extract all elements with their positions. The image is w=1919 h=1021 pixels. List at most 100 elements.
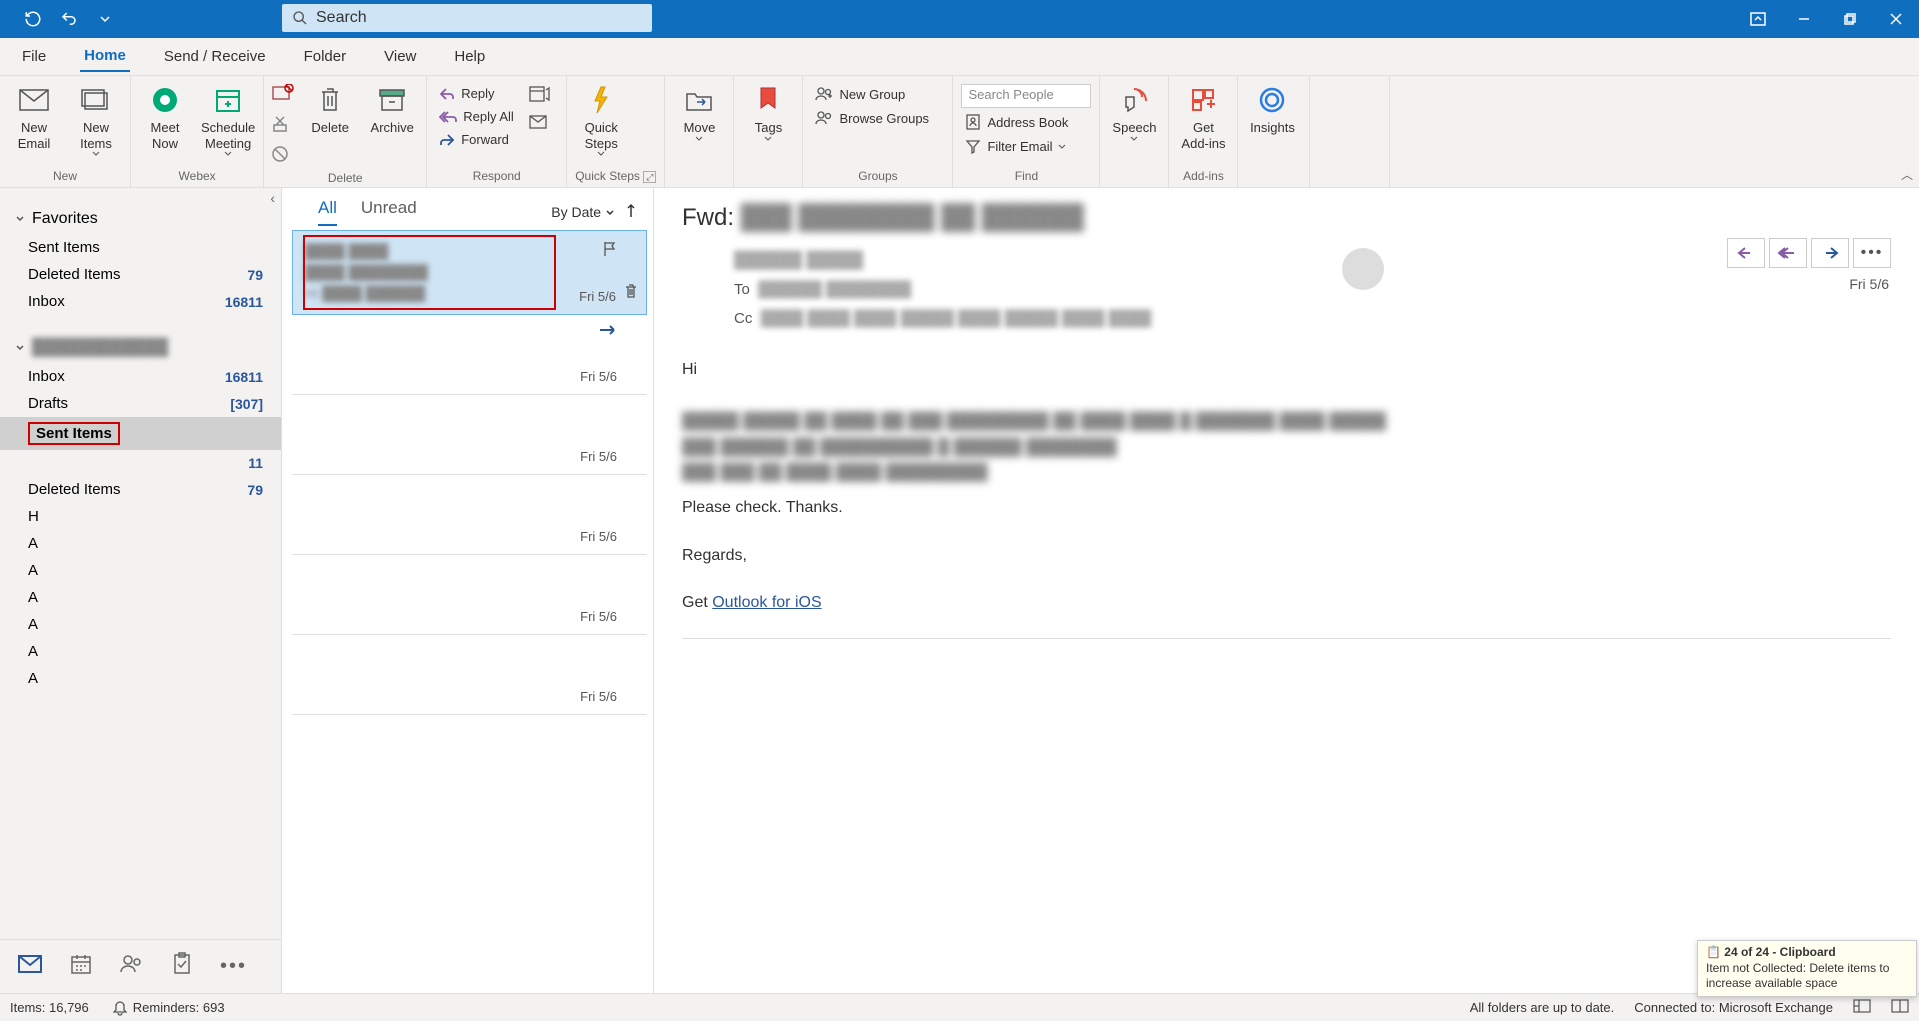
speech-button[interactable]: Speech (1108, 84, 1160, 141)
ribbon-group-find: Find (961, 167, 1091, 187)
tab-folder[interactable]: Folder (300, 42, 351, 71)
email-subject: Fwd: ███ ████████ ██ ██████ (682, 204, 1084, 232)
search-input[interactable]: Search (282, 4, 652, 32)
folder-item[interactable]: A (0, 584, 281, 611)
message-item[interactable]: Fri 5/6 (292, 555, 647, 635)
tags-button[interactable]: Tags (742, 84, 794, 141)
move-button[interactable]: Move (673, 84, 725, 141)
flag-icon[interactable] (602, 241, 616, 262)
view-reading-icon[interactable] (1891, 999, 1909, 1016)
folder-item[interactable]: H (0, 503, 281, 530)
new-group-button[interactable]: New Group (811, 84, 933, 104)
message-item[interactable]: Fri 5/6 (292, 395, 647, 475)
favorite-folder[interactable]: Deleted Items79 (0, 261, 281, 288)
ribbon-group-addins: Add-ins (1177, 167, 1229, 187)
tab-file[interactable]: File (18, 42, 50, 71)
dropdown-icon[interactable] (96, 10, 114, 28)
tab-view[interactable]: View (380, 42, 420, 71)
collapse-nav-icon[interactable]: ‹ (270, 190, 275, 206)
tab-home[interactable]: Home (80, 41, 130, 72)
calendar-icon[interactable] (70, 953, 92, 980)
folder-item[interactable]: A (0, 611, 281, 638)
view-normal-icon[interactable] (1853, 999, 1871, 1016)
favorite-folder[interactable]: Inbox16811 (0, 288, 281, 315)
browse-groups-button[interactable]: Browse Groups (811, 108, 933, 128)
delete-msg-icon[interactable] (624, 283, 638, 304)
ribbon-group-quick: Quick Steps ⤢ (575, 167, 656, 187)
ribbon-group-respond: Respond (435, 167, 558, 187)
schedule-meeting-button[interactable]: Schedule Meeting (201, 84, 255, 156)
folder-item[interactable]: Deleted Items79 (0, 476, 281, 503)
favorite-folder[interactable]: Sent Items (0, 234, 281, 261)
message-item[interactable]: Fri 5/6 (292, 635, 647, 715)
nav-bottom-bar: ••• (0, 939, 281, 993)
sort-direction-icon[interactable] (625, 203, 637, 222)
insights-button[interactable]: Insights (1246, 84, 1298, 136)
mail-icon[interactable] (18, 954, 42, 979)
status-item-count: Items: 16,796 (10, 1000, 89, 1015)
filter-all-tab[interactable]: All (318, 198, 337, 226)
account-header[interactable]: ████████████ (0, 333, 281, 363)
more-respond-icon[interactable] (528, 113, 550, 138)
quick-steps-button[interactable]: Quick Steps (575, 84, 627, 156)
archive-button[interactable]: Archive (366, 84, 418, 136)
ribbon-group-groups: Groups (811, 167, 944, 187)
folder-item[interactable]: A (0, 530, 281, 557)
email-headers: ██████ █████ To ██████ ████████ Cc ████ … (654, 240, 1919, 345)
forward-button[interactable]: Forward (435, 130, 518, 149)
refresh-icon[interactable] (24, 10, 42, 28)
ribbon-group-delete: Delete (272, 169, 418, 188)
reading-pane: Fwd: ███ ████████ ██ ██████ ••• Fri 5/6 … (654, 188, 1919, 993)
get-addins-button[interactable]: Get Add-ins (1177, 84, 1229, 151)
message-item[interactable]: Fri 5/6 (292, 475, 647, 555)
folder-item[interactable]: A (0, 665, 281, 692)
folder-item[interactable]: Drafts[307] (0, 390, 281, 417)
ignore-icon[interactable] (272, 84, 294, 107)
forwarded-icon (599, 323, 617, 341)
clipboard-toast: 📋 24 of 24 - Clipboard Item not Collecte… (1697, 940, 1917, 997)
search-placeholder: Search (316, 9, 367, 27)
tab-send-receive[interactable]: Send / Receive (160, 42, 270, 71)
junk-icon[interactable] (272, 146, 294, 169)
message-item[interactable]: Fri 5/6 (292, 315, 647, 395)
status-folders: All folders are up to date. (1470, 1000, 1615, 1015)
ribbon-display-icon[interactable] (1735, 0, 1781, 38)
filter-unread-tab[interactable]: Unread (361, 198, 417, 226)
search-people-input[interactable]: Search People (961, 84, 1091, 108)
people-icon[interactable] (120, 954, 144, 979)
folder-item[interactable]: Inbox16811 (0, 363, 281, 390)
tasks-icon[interactable] (172, 952, 192, 981)
new-email-button[interactable]: New Email (8, 84, 60, 151)
minimize-icon[interactable] (1781, 0, 1827, 38)
cleanup-icon[interactable] (272, 115, 294, 138)
new-items-button[interactable]: New Items (70, 84, 122, 156)
address-book-button[interactable]: Address Book (961, 112, 1091, 132)
email-date: Fri 5/6 (1849, 276, 1889, 292)
folder-item[interactable]: A (0, 557, 281, 584)
delete-button[interactable]: Delete (304, 84, 356, 136)
message-item[interactable]: ████ ████████ ████████Hi ████ ██████Fri … (292, 230, 647, 315)
email-body: Hi █████ █████ ██ ████ ██ ███ █████████ … (654, 345, 1919, 993)
folder-item[interactable]: 11 (0, 450, 281, 476)
menu-tabs: File Home Send / Receive Folder View Hel… (0, 38, 1919, 76)
folder-pane: ‹ Favorites Sent ItemsDeleted Items79Inb… (0, 188, 282, 993)
sort-dropdown[interactable]: By Date (551, 204, 615, 220)
reply-button[interactable]: Reply (435, 84, 518, 103)
meet-now-button[interactable]: Meet Now (139, 84, 191, 151)
maximize-icon[interactable] (1827, 0, 1873, 38)
outlook-ios-link[interactable]: Outlook for iOS (712, 594, 821, 611)
meeting-icon[interactable] (528, 84, 550, 109)
folder-item[interactable]: Sent Items (0, 417, 281, 450)
title-bar: Search (0, 0, 1919, 38)
close-icon[interactable] (1873, 0, 1919, 38)
status-reminders[interactable]: Reminders: 693 (113, 1000, 225, 1016)
reply-all-button[interactable]: Reply All (435, 107, 518, 126)
tab-help[interactable]: Help (450, 42, 489, 71)
favorites-header[interactable]: Favorites (0, 204, 281, 234)
more-nav-icon[interactable]: ••• (220, 955, 247, 978)
folder-item[interactable]: A (0, 638, 281, 665)
filter-email-button[interactable]: Filter Email (961, 136, 1091, 156)
ribbon-group-new: New (8, 167, 122, 187)
collapse-ribbon-icon[interactable]: ︿ (1901, 166, 1913, 183)
undo-icon[interactable] (60, 10, 78, 28)
